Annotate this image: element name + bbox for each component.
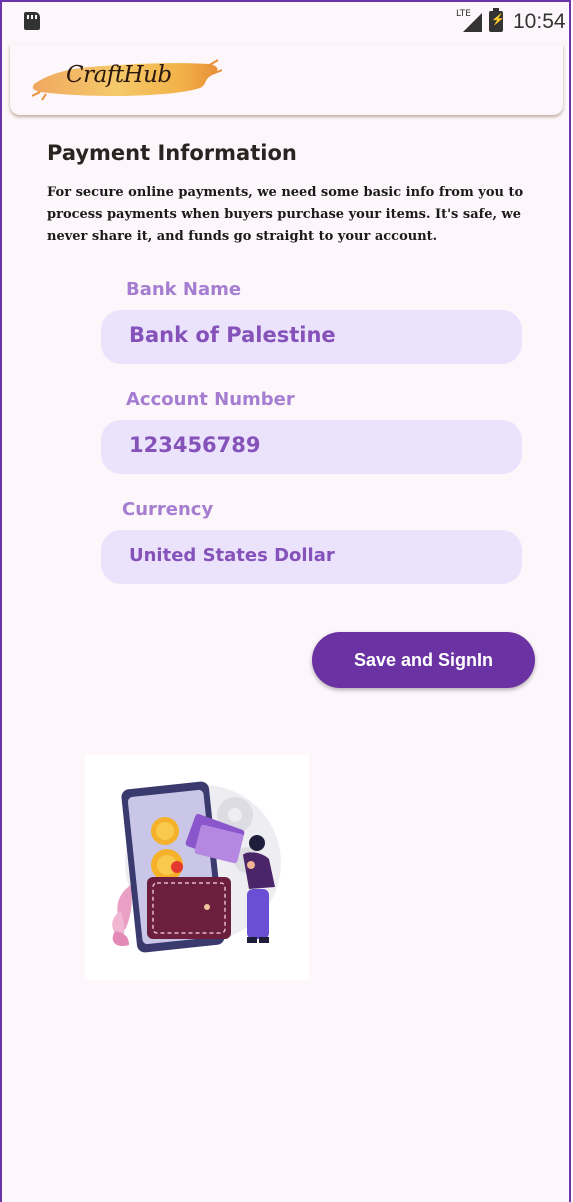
- app-header: CraftHub: [10, 44, 563, 115]
- logo-text: CraftHub: [66, 62, 172, 88]
- page-description: For secure online payments, we need some…: [47, 185, 524, 244]
- save-button-label: Save and SignIn: [353, 649, 494, 670]
- payment-wallet-illustration: [85, 755, 309, 980]
- currency-label: Currency: [122, 499, 214, 520]
- save-and-signin-button[interactable]: Save and SignIn: [312, 632, 535, 688]
- account-number-label: Account Number: [126, 389, 295, 410]
- clock: 10:54: [513, 10, 566, 33]
- currency-dropdown[interactable]: United States Dollar: [101, 530, 522, 584]
- bank-name-field[interactable]: Bank of Palestine: [101, 310, 522, 364]
- currency-value: United States Dollar: [129, 545, 335, 566]
- page-title: Payment Information: [47, 141, 297, 165]
- leaf-plant-icon: [112, 885, 132, 947]
- device-frame: [0, 0, 571, 1202]
- account-number-value: 123456789: [129, 433, 261, 457]
- lte-signal-icon: LTE: [456, 9, 484, 33]
- account-number-field[interactable]: 123456789: [101, 420, 522, 474]
- crafthub-logo[interactable]: CraftHub: [31, 54, 223, 102]
- status-bar: LTE 10:54: [0, 0, 573, 44]
- bank-name-label: Bank Name: [126, 279, 242, 300]
- sd-card-icon: [24, 12, 40, 30]
- bank-name-value: Bank of Palestine: [129, 323, 336, 347]
- battery-charging-icon: [489, 8, 505, 32]
- wallet-icon: [147, 877, 231, 939]
